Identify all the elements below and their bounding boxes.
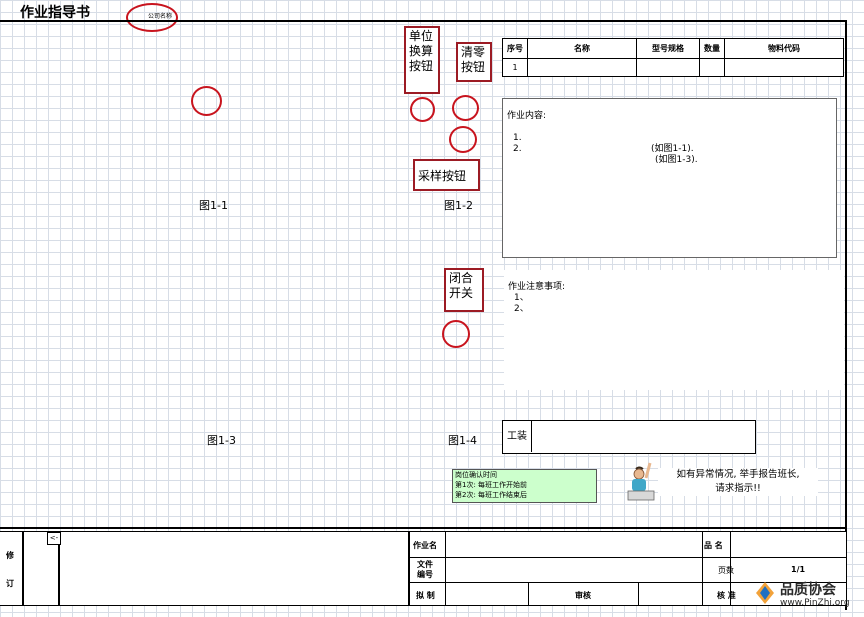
table-cell <box>724 58 844 77</box>
notes-line-1: 1、 <box>514 293 529 303</box>
table-cell <box>636 58 700 77</box>
footer-col-line <box>638 582 639 605</box>
table-header-row: 序号 名称 型号规格 数量 物料代码 <box>502 38 844 59</box>
unit-convert-callout: 单位 换算 按钮 <box>404 26 440 94</box>
callout-line: 按钮 <box>409 59 434 73</box>
figure-4-label: 图1-4 <box>448 434 477 447</box>
watermark: 品质协会 www.PinZhi.org <box>752 578 862 616</box>
sample-button-marker <box>449 126 477 153</box>
callout-line: 闭合 <box>449 271 474 285</box>
fixture-row: 工装 <box>502 420 756 454</box>
header-cell: 物料代码 <box>724 38 844 59</box>
callout-line: 清零 <box>461 45 486 59</box>
fixture-label: 工装 <box>503 421 532 452</box>
callout-line: 单位 <box>409 29 434 43</box>
work-content-title: 作业内容: <box>507 111 547 121</box>
callout-line: 按钮 <box>461 60 486 74</box>
close-switch-callout: 闭合 开关 <box>444 268 484 312</box>
figure-2-label: 图1-2 <box>444 199 473 212</box>
footer-col-line <box>408 532 410 605</box>
notes-title: 作业注意事项: <box>508 282 566 292</box>
footer-col-line <box>528 582 529 605</box>
job-name-label: 作业名 <box>413 541 437 550</box>
reviewed-label: 审核 <box>575 591 591 600</box>
check-line: 第1次: 每班工作开始前 <box>455 481 528 489</box>
check-line: 第2次: 每班工作结束后 <box>455 491 528 499</box>
file-number-label: 文件 编号 <box>417 560 433 580</box>
table-cell <box>527 58 637 77</box>
revision-mark: <- <box>47 532 61 545</box>
notes-line-2: 2、 <box>514 304 529 314</box>
table-cell: 1 <box>502 58 528 77</box>
approved-label: 核 准 <box>717 591 736 600</box>
title-underline <box>0 20 846 22</box>
sample-button-callout: 采样按钮 <box>413 159 480 191</box>
alert-line-2: 请求指示!! <box>715 483 761 494</box>
company-highlight-oval <box>126 3 178 32</box>
pages-value: 1/1 <box>791 565 806 574</box>
alert-text: 如有异常情况, 举手报告班长, 请求指示!! <box>658 468 818 496</box>
alert-line-1: 如有异常情况, 举手报告班长, <box>676 469 800 480</box>
work-content-line-2: 2. (如图1-3). <box>507 133 836 165</box>
unit-convert-button-marker <box>410 97 435 122</box>
line-number: 2. <box>513 144 522 154</box>
revision-block: 修 订 <- <box>0 531 408 606</box>
header-cell: 型号规格 <box>636 38 700 59</box>
footer-col-line <box>702 532 703 605</box>
revision-label-1: 修 <box>6 551 14 560</box>
pages-label: 页数 <box>718 566 734 575</box>
bottom-separator <box>0 527 847 529</box>
revision-divider <box>22 532 24 605</box>
figure-1-label: 图1-1 <box>199 199 228 212</box>
zero-button-marker <box>452 95 479 121</box>
drafted-label: 拟 制 <box>416 591 435 600</box>
callout-line: 换算 <box>409 44 434 58</box>
figure-reference: (如图1-3). <box>655 155 698 165</box>
table-cell <box>699 58 725 77</box>
check-line: 岗位确认时间 <box>455 471 497 479</box>
parts-table: 序号 名称 型号规格 数量 物料代码 1 <box>502 38 844 77</box>
revision-label-2: 订 <box>6 579 14 588</box>
watermark-logo-icon <box>756 582 774 604</box>
watermark-url: www.PinZhi.org <box>780 598 850 608</box>
footer-row-line <box>408 557 846 558</box>
zero-button-callout: 清零 按钮 <box>456 42 492 82</box>
work-content-line-1: 1. (如图1-1). <box>507 122 836 154</box>
work-content-box: 作业内容: 1. (如图1-1). 2. (如图1-3). <box>502 98 837 258</box>
file-number-label-line: 编号 <box>417 570 433 579</box>
header-cell: 序号 <box>502 38 528 59</box>
callout-line: 开关 <box>449 286 474 300</box>
right-border <box>845 20 847 610</box>
product-name-label: 品 名 <box>704 541 723 550</box>
header-cell: 数量 <box>699 38 725 59</box>
file-number-label-line: 文件 <box>417 560 433 569</box>
figure-3-label: 图1-3 <box>207 434 236 447</box>
figure-1-marker <box>191 86 222 116</box>
footer-col-line <box>445 532 446 605</box>
close-switch-marker <box>442 320 470 348</box>
notes-area: 作业注意事项: 1、 2、 <box>504 270 844 390</box>
header-cell: 名称 <box>527 38 637 59</box>
table-row: 1 <box>502 58 844 77</box>
raise-hand-icon <box>627 462 655 501</box>
watermark-name: 品质协会 <box>780 582 836 598</box>
check-time-note: 岗位确认时间 第1次: 每班工作开始前 第2次: 每班工作结束后 <box>452 469 597 503</box>
page-title: 作业指导书 <box>20 5 90 21</box>
figure-reference: (如图1-1). <box>651 144 694 154</box>
